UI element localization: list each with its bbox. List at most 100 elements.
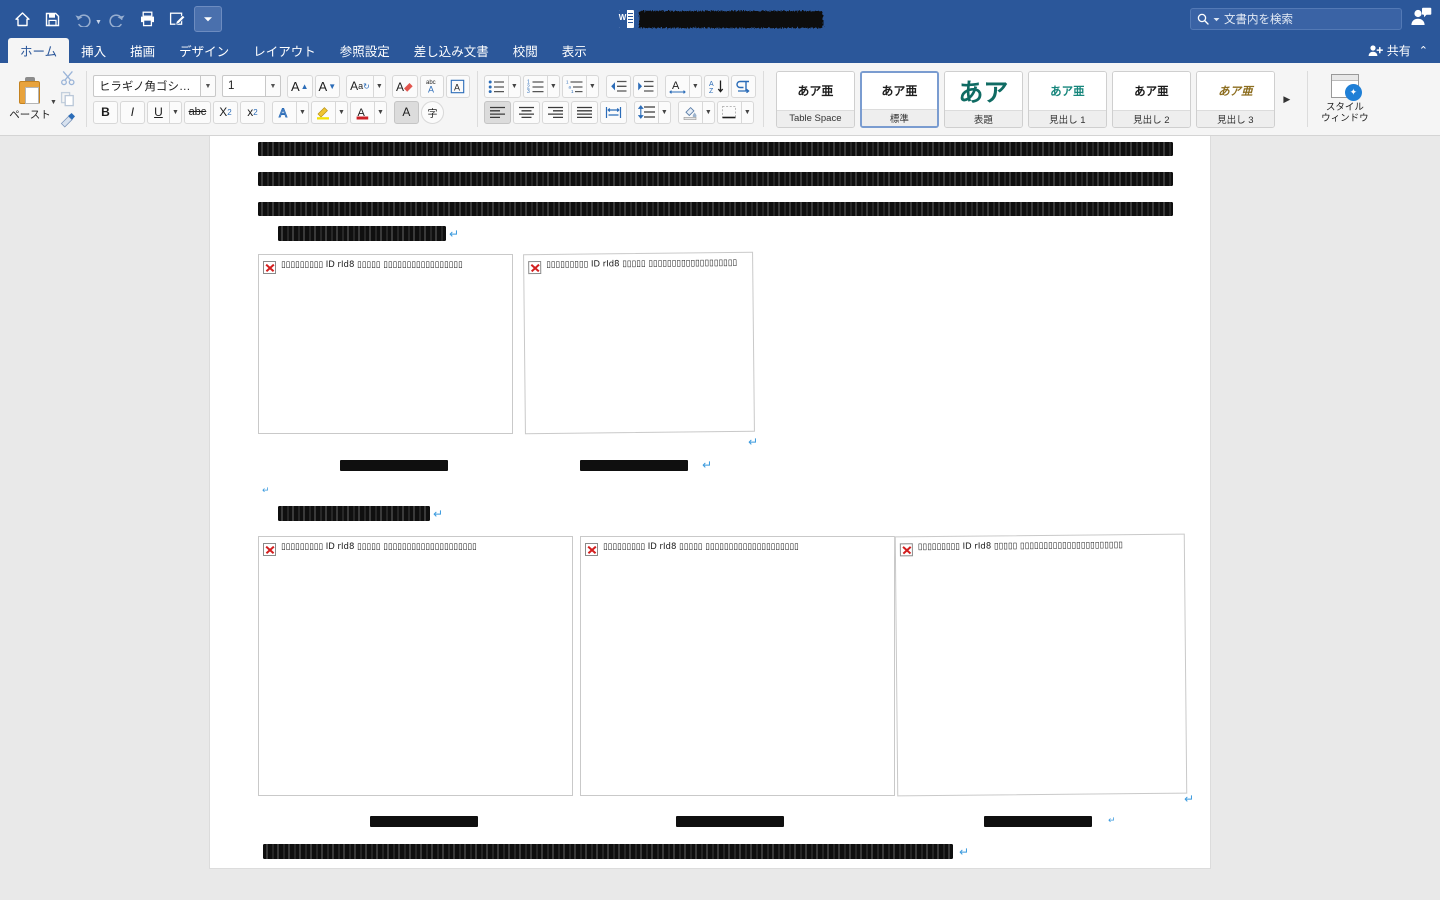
- numbering-split[interactable]: 123 ▼: [522, 74, 560, 98]
- style-card-table-space[interactable]: あア亜 Table Space: [775, 70, 855, 128]
- bullet-list-icon[interactable]: [483, 74, 508, 98]
- borders-icon[interactable]: [716, 100, 741, 124]
- underline-split[interactable]: U ▼: [146, 100, 182, 124]
- highlight-caret-icon[interactable]: ▼: [334, 100, 348, 124]
- customize-quick-access-toolbar-icon[interactable]: [193, 6, 222, 32]
- bold-button[interactable]: B: [92, 100, 118, 124]
- tab-references[interactable]: 参照設定: [328, 38, 402, 63]
- document-canvas[interactable]: ↵ ▯▯▯▯▯▯▯▯▯ ID rId8 ▯▯▯▯▯ ▯▯▯▯▯▯▯▯▯▯▯▯▯▯…: [0, 136, 1440, 900]
- font-name-caret-icon[interactable]: ▼: [200, 75, 216, 97]
- distribute-icon[interactable]: [599, 100, 627, 124]
- text-effects-caret-icon[interactable]: ▼: [295, 100, 309, 124]
- decrease-indent-icon[interactable]: [605, 74, 631, 98]
- copy-icon[interactable]: [57, 89, 79, 109]
- shading-icon[interactable]: [677, 100, 702, 124]
- subscript-button[interactable]: X2: [212, 100, 238, 124]
- cut-icon[interactable]: [57, 68, 79, 88]
- increase-indent-icon[interactable]: [632, 74, 658, 98]
- line-spacing-caret-icon[interactable]: ▼: [657, 100, 671, 124]
- multilevel-list-icon[interactable]: 1a1: [561, 74, 586, 98]
- chevron-up-icon[interactable]: ⌃: [1419, 44, 1428, 57]
- change-case-split[interactable]: Aa ↻ ▼: [346, 74, 386, 98]
- enclose-character-button[interactable]: 字: [420, 100, 444, 124]
- figure-placeholder[interactable]: ▯▯▯▯▯▯▯▯▯ ID rId8 ▯▯▯▯▯ ▯▯▯▯▯▯▯▯▯▯▯▯▯▯▯▯…: [523, 251, 755, 435]
- character-border-button[interactable]: A: [445, 74, 470, 98]
- tab-home[interactable]: ホーム: [8, 38, 70, 63]
- asian-layout-caret-icon[interactable]: ▼: [688, 74, 702, 98]
- character-shading-button[interactable]: A: [393, 100, 419, 124]
- sort-icon[interactable]: AZ: [703, 74, 729, 98]
- shading-split[interactable]: ▼: [677, 100, 715, 124]
- tab-review[interactable]: 校閲: [501, 38, 550, 63]
- save-icon[interactable]: [38, 6, 66, 32]
- asian-layout-split[interactable]: A ▼: [664, 74, 702, 98]
- font-size-combo[interactable]: 1 ▼: [221, 75, 281, 97]
- paste-dropdown-caret[interactable]: ▼: [50, 99, 57, 106]
- styles-pane-button[interactable]: ✦ スタイル ウィンドウ: [1314, 74, 1376, 124]
- style-card-heading-1[interactable]: あア亜 見出し 1: [1027, 70, 1107, 128]
- phonetic-guide-button[interactable]: abc A: [419, 74, 444, 98]
- align-center-icon[interactable]: [512, 100, 540, 124]
- text-highlight-button[interactable]: [310, 100, 335, 124]
- grow-font-button[interactable]: A ▲: [286, 74, 313, 98]
- tab-draw[interactable]: 描画: [118, 38, 167, 63]
- change-case-caret-icon[interactable]: ▼: [372, 74, 386, 98]
- align-right-icon[interactable]: [541, 100, 569, 124]
- style-card-title[interactable]: あア 表題: [943, 70, 1023, 128]
- bullets-split[interactable]: ▼: [483, 74, 521, 98]
- font-color-caret-icon[interactable]: ▼: [373, 100, 387, 124]
- print-icon[interactable]: [134, 6, 162, 32]
- text-effects-split[interactable]: A ▼: [271, 100, 309, 124]
- numbering-caret-icon[interactable]: ▼: [546, 74, 560, 98]
- numbered-list-icon[interactable]: 123: [522, 74, 547, 98]
- redo-icon[interactable]: [104, 6, 132, 32]
- tab-insert[interactable]: 挿入: [69, 38, 118, 63]
- quick-print-edit-icon[interactable]: [164, 6, 192, 32]
- align-left-icon[interactable]: [483, 100, 511, 124]
- tab-mailings[interactable]: 差し込み文書: [402, 38, 501, 63]
- underline-caret-icon[interactable]: ▼: [168, 100, 182, 124]
- shading-caret-icon[interactable]: ▼: [701, 100, 715, 124]
- figure-placeholder[interactable]: ▯▯▯▯▯▯▯▯▯ ID rId8 ▯▯▯▯▯ ▯▯▯▯▯▯▯▯▯▯▯▯▯▯▯▯…: [894, 533, 1188, 797]
- tab-view[interactable]: 表示: [550, 38, 599, 63]
- shrink-font-button[interactable]: A ▼: [314, 74, 341, 98]
- borders-split[interactable]: ▼: [716, 100, 754, 124]
- highlight-split[interactable]: ▼: [310, 100, 348, 124]
- line-spacing-split[interactable]: ▼: [633, 100, 671, 124]
- clear-formatting-button[interactable]: A: [391, 74, 418, 98]
- account-person-icon[interactable]: [1410, 7, 1432, 32]
- strikethrough-button[interactable]: abc: [183, 100, 211, 124]
- tab-layout[interactable]: レイアウト: [241, 38, 328, 63]
- multilevel-split[interactable]: 1a1 ▼: [561, 74, 599, 98]
- justify-icon[interactable]: [570, 100, 598, 124]
- text-effects-button[interactable]: A: [271, 100, 296, 124]
- style-card-heading-3[interactable]: あア亜 見出し 3: [1195, 70, 1275, 128]
- multilevel-caret-icon[interactable]: ▼: [585, 74, 599, 98]
- superscript-button[interactable]: x2: [239, 100, 265, 124]
- font-color-split[interactable]: A ▼: [349, 100, 387, 124]
- underline-button[interactable]: U: [146, 100, 169, 124]
- styles-gallery-more-icon[interactable]: ▶: [1280, 71, 1294, 128]
- font-name-combo[interactable]: ヒラギノ角ゴシ… ▼: [92, 75, 216, 97]
- undo-dropdown-caret[interactable]: ▼: [95, 19, 102, 26]
- style-card-heading-2[interactable]: あア亜 見出し 2: [1111, 70, 1191, 128]
- share-button[interactable]: 共有: [1368, 42, 1411, 59]
- undo-icon[interactable]: [68, 6, 96, 32]
- bullets-caret-icon[interactable]: ▼: [507, 74, 521, 98]
- font-size-caret-icon[interactable]: ▼: [265, 75, 281, 97]
- search-input[interactable]: 文書内を検索: [1190, 8, 1402, 30]
- document-page[interactable]: ↵ ▯▯▯▯▯▯▯▯▯ ID rId8 ▯▯▯▯▯ ▯▯▯▯▯▯▯▯▯▯▯▯▯▯…: [210, 136, 1210, 868]
- figure-placeholder[interactable]: ▯▯▯▯▯▯▯▯▯ ID rId8 ▯▯▯▯▯ ▯▯▯▯▯▯▯▯▯▯▯▯▯▯▯▯…: [580, 536, 895, 796]
- change-case-button[interactable]: Aa ↻: [346, 74, 373, 98]
- tab-design[interactable]: デザイン: [167, 38, 241, 63]
- asian-layout-icon[interactable]: A: [664, 74, 689, 98]
- figure-placeholder[interactable]: ▯▯▯▯▯▯▯▯▯ ID rId8 ▯▯▯▯▯ ▯▯▯▯▯▯▯▯▯▯▯▯▯▯▯▯…: [258, 254, 513, 434]
- show-formatting-marks-icon[interactable]: [730, 74, 756, 98]
- italic-button[interactable]: I: [119, 100, 145, 124]
- figure-placeholder[interactable]: ▯▯▯▯▯▯▯▯▯ ID rId8 ▯▯▯▯▯ ▯▯▯▯▯▯▯▯▯▯▯▯▯▯▯▯…: [258, 536, 573, 796]
- font-color-button[interactable]: A: [349, 100, 374, 124]
- paste-button[interactable]: ペースト: [7, 76, 53, 122]
- home-icon[interactable]: [8, 6, 36, 32]
- format-painter-icon[interactable]: [57, 110, 79, 130]
- borders-caret-icon[interactable]: ▼: [740, 100, 754, 124]
